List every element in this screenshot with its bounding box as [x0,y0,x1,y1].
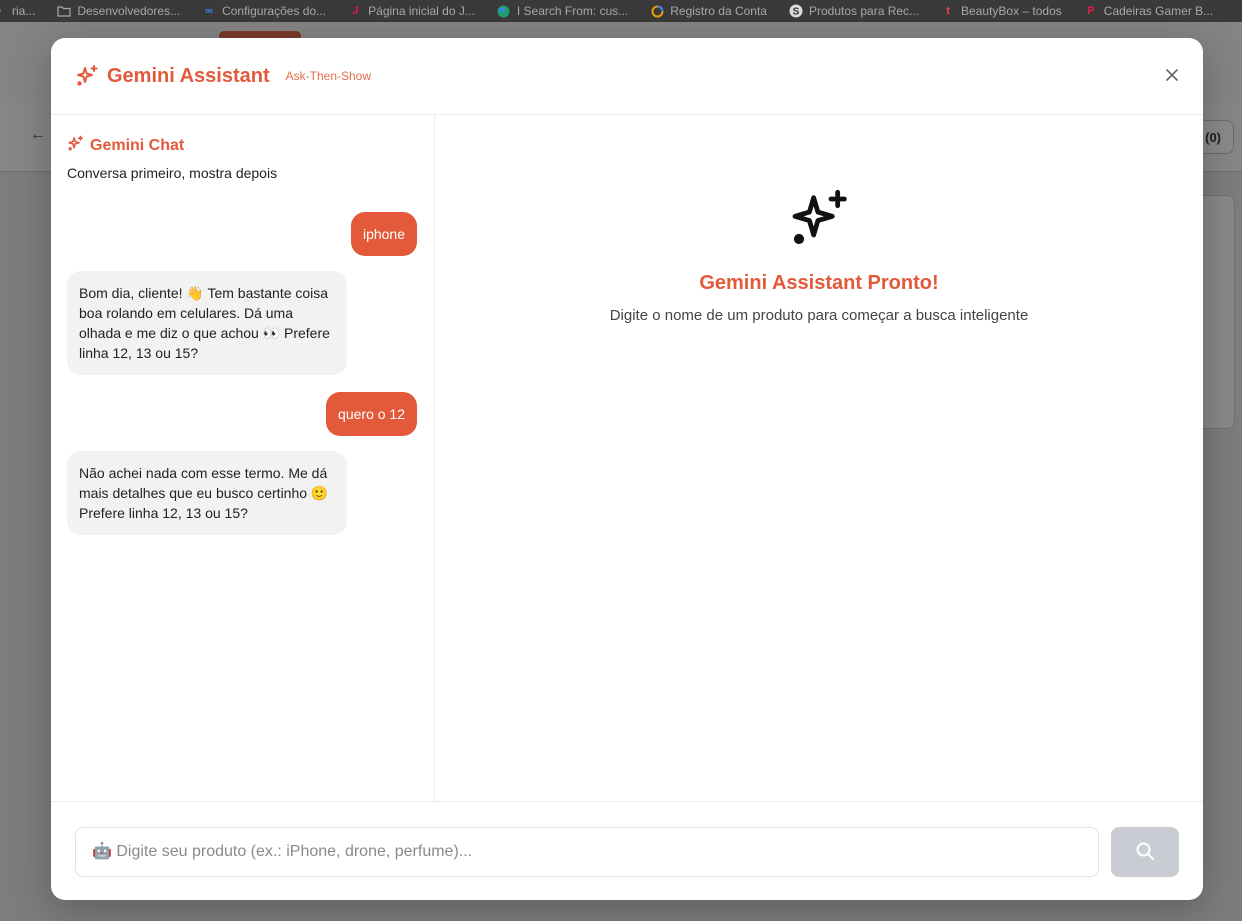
product-search-input[interactable] [75,827,1099,877]
t-icon: t [946,5,950,17]
globe-icon [497,4,511,18]
chat-title: Gemini Chat [90,137,185,154]
back-arrow-icon[interactable]: ← [30,126,46,144]
bookmark-item[interactable]: J Página inicial do J... [348,4,475,18]
user-message: iphone [350,212,417,256]
bookmark-item[interactable]: Desenvolvedores... [57,4,180,18]
search-button[interactable] [1111,827,1179,877]
ready-subtitle: Digite o nome de um produto para começar… [609,307,1029,324]
bookmark-item[interactable]: S Produtos para Rec... [789,4,919,18]
bookmark-item[interactable]: Registro da Conta [650,4,767,18]
svg-text:S: S [793,7,800,18]
close-icon[interactable] [1163,66,1181,84]
sparkles-icon [75,64,99,88]
j-icon: J [352,5,359,17]
gemini-assistant-modal: Gemini Assistant Ask-Then-Show Gemini Ch… [51,38,1203,900]
sparkles-icon [67,135,84,157]
s-icon: S [789,4,803,18]
bookmark-item[interactable]: t BeautyBox – todos [941,4,1062,18]
bookmark-item[interactable]: I Search From: cus... [497,4,628,18]
bookmarks-bar: ▫ria... Desenvolvedores... ∞Configuraçõe… [0,0,1242,22]
modal-header: Gemini Assistant Ask-Then-Show [51,38,1203,115]
folder-icon [57,4,71,18]
ring-icon [650,4,664,18]
ready-title: Gemini Assistant Pronto! [699,272,939,294]
sparkles-icon [787,187,851,251]
search-icon [1135,841,1155,864]
modal-subtitle: Ask-Then-Show [285,69,372,83]
bookmark-item[interactable]: ∞ Configurações do... [202,4,326,18]
modal-footer [51,801,1203,900]
chat-subtitle: Conversa primeiro, mostra depois [67,165,278,181]
meta-icon: ∞ [205,5,213,17]
result-panel: Gemini Assistant Pronto! Digite o nome d… [435,115,1203,801]
bookmark-item[interactable]: P Cadeiras Gamer B... [1084,4,1213,18]
bot-message: Bom dia, cliente! 👋 Tem bastante coisa b… [67,271,347,375]
p-icon: P [1087,5,1095,17]
chat-panel: Gemini Chat Conversa primeiro, mostra de… [51,115,435,801]
modal-title: Gemini Assistant [107,64,270,87]
generic-icon: ▫ [0,4,6,18]
user-message: quero o 12 [326,392,417,436]
chat-header: Gemini Chat Conversa primeiro, mostra de… [67,135,277,181]
bot-message: Não achei nada com esse termo. Me dá mai… [67,451,347,535]
bookmark-item[interactable]: ▫ria... [0,4,35,18]
